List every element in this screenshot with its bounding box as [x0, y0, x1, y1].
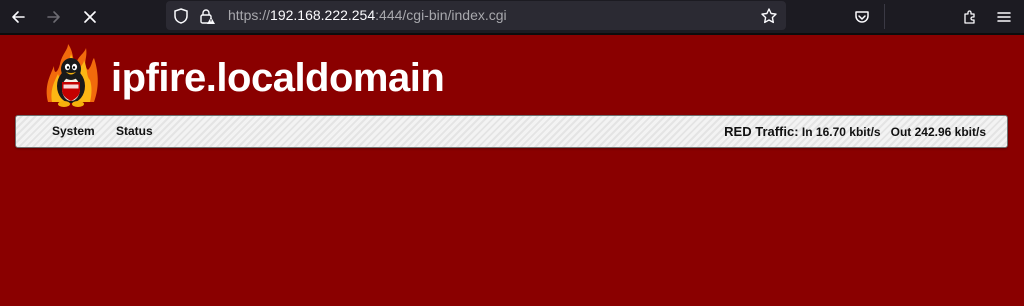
- menu-item-system[interactable]: System: [52, 124, 95, 138]
- star-icon[interactable]: [760, 7, 778, 25]
- forward-arrow-icon: [47, 10, 60, 23]
- red-traffic-indicator: RED Traffic: In 16.70 kbit/s Out 242.96 …: [724, 124, 986, 139]
- toolbar-separator: [884, 4, 885, 29]
- shield-icon[interactable]: [172, 7, 190, 25]
- browser-toolbar: https://192.168.222.254:444/cgi-bin/inde…: [0, 0, 1024, 33]
- ipfire-logo: [46, 44, 98, 107]
- menu-button[interactable]: [988, 0, 1020, 33]
- page-title: ipfire.localdomain: [111, 56, 445, 100]
- traffic-in-value: In 16.70 kbit/s: [801, 125, 881, 139]
- url-text[interactable]: https://192.168.222.254:444/cgi-bin/inde…: [228, 7, 507, 23]
- main-menu-bar: System Status RED Traffic: In 16.70 kbit…: [15, 115, 1008, 148]
- lock-warning-icon[interactable]: [198, 7, 216, 25]
- red-traffic-label: RED Traffic:: [724, 124, 799, 139]
- pocket-icon: [855, 10, 869, 23]
- extensions-button[interactable]: [954, 0, 986, 33]
- back-arrow-icon: [12, 10, 25, 23]
- extensions-icon: [964, 9, 975, 24]
- stop-icon: [84, 10, 96, 23]
- menu-item-status[interactable]: Status: [116, 124, 153, 138]
- back-button[interactable]: [2, 0, 34, 33]
- toolbar-border: [0, 33, 1024, 35]
- pocket-button[interactable]: [846, 0, 878, 33]
- stop-button[interactable]: [74, 0, 106, 33]
- forward-button[interactable]: [38, 0, 70, 33]
- traffic-out-value: Out 242.96 kbit/s: [890, 125, 986, 139]
- address-bar[interactable]: https://192.168.222.254:444/cgi-bin/inde…: [166, 1, 786, 30]
- menu-icon: [997, 11, 1011, 22]
